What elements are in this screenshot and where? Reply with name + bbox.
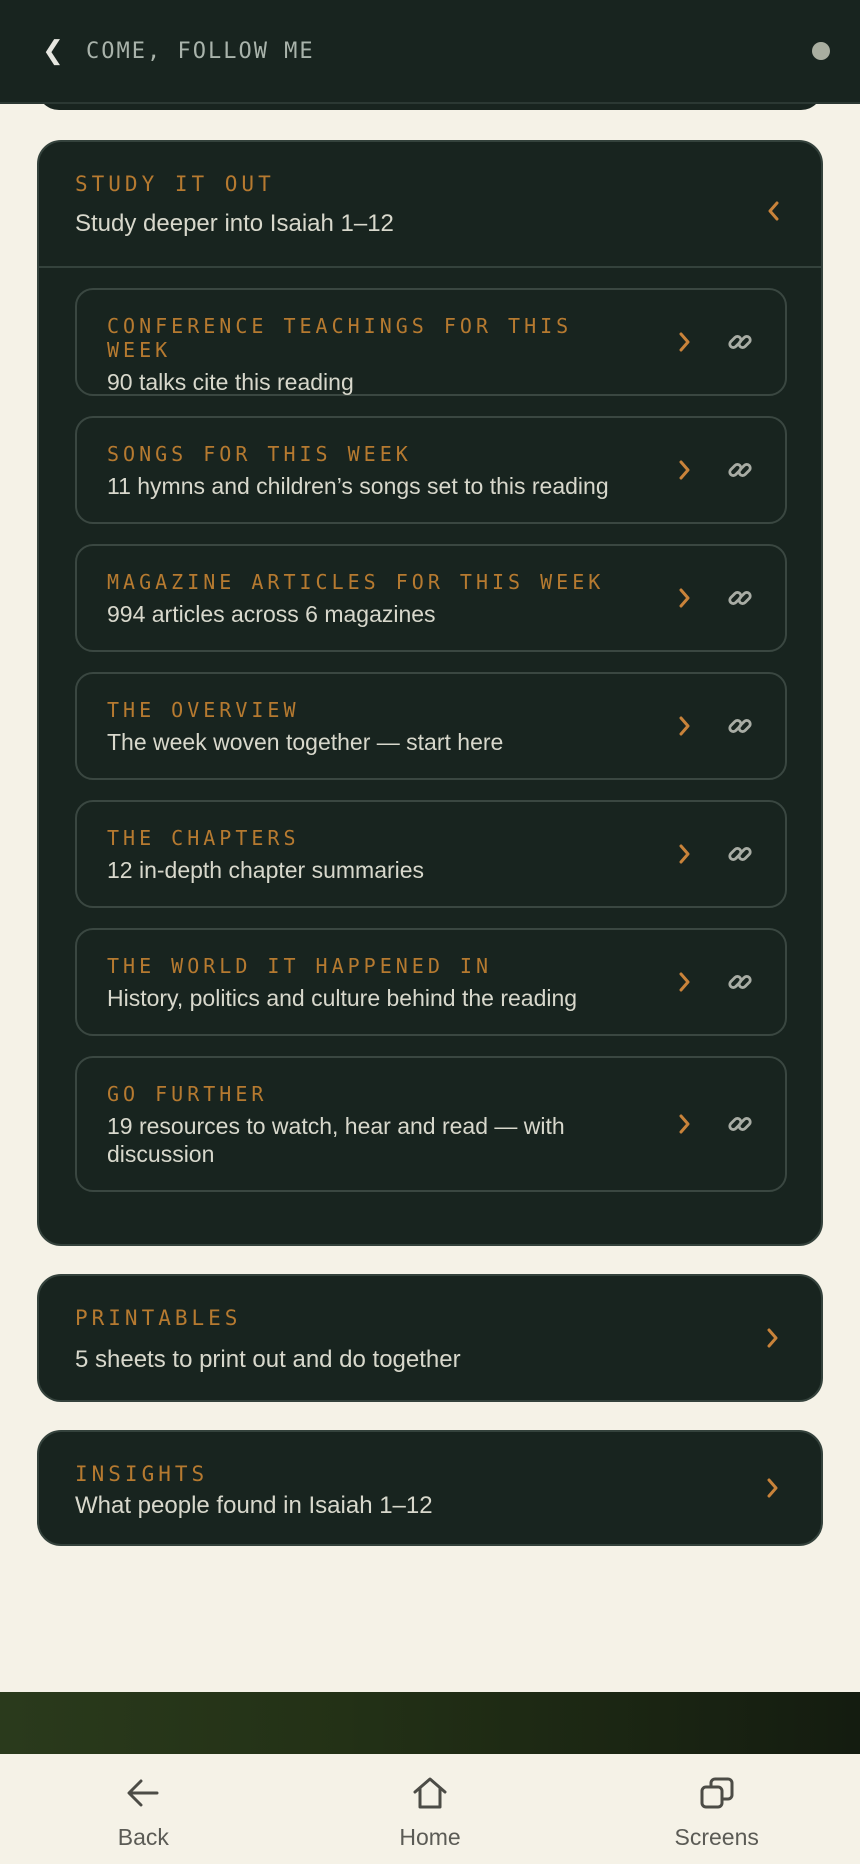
item-kicker: THE OVERVIEW: [107, 698, 300, 722]
section-subtitle: What people found in Isaiah 1–12: [75, 1492, 433, 1519]
item-kicker: CONFERENCE TEACHINGS FOR THIS WEEK: [107, 314, 573, 362]
chevron-left-icon: ❮: [42, 36, 64, 66]
section-subtitle: 5 sheets to print out and do together: [75, 1346, 461, 1373]
item-kicker: THE CHAPTERS: [107, 826, 300, 850]
chevron-right-icon: [675, 1111, 695, 1137]
chevron-right-icon: [675, 457, 695, 483]
nav-home-label: Home: [399, 1824, 461, 1850]
item-kicker: GO FURTHER: [107, 1082, 268, 1106]
item-subtitle: 11 hymns and children’s songs set to thi…: [107, 473, 609, 499]
item-kicker: THE WORLD IT HAPPENED IN: [107, 954, 492, 978]
chevron-left-icon[interactable]: [763, 198, 783, 224]
back-chevron-button[interactable]: ❮: [30, 31, 76, 71]
link-icon[interactable]: [725, 327, 755, 357]
insights-card[interactable]: INSIGHTS What people found in Isaiah 1–1…: [37, 1430, 823, 1546]
study-it-out-section: STUDY IT OUT Study deeper into Isaiah 1–…: [37, 140, 823, 1246]
screens-icon: [698, 1774, 736, 1812]
item-subtitle: 994 articles across 6 magazines: [107, 601, 436, 627]
list-item-go-further[interactable]: GO FURTHER 19 resources to watch, hear a…: [75, 1056, 787, 1192]
chevron-right-icon: [763, 1475, 783, 1501]
item-subtitle: 90 talks cite this reading: [107, 369, 354, 395]
chevron-right-icon: [675, 969, 695, 995]
link-icon[interactable]: [725, 583, 755, 613]
link-icon[interactable]: [725, 711, 755, 741]
link-icon[interactable]: [725, 455, 755, 485]
list-item-magazines[interactable]: MAGAZINE ARTICLES FOR THIS WEEK 994 arti…: [75, 544, 787, 652]
nav-back-button[interactable]: Back: [0, 1754, 287, 1864]
nav-screens-label: Screens: [674, 1824, 759, 1850]
item-kicker: MAGAZINE ARTICLES FOR THIS WEEK: [107, 570, 605, 594]
section-subtitle: Study deeper into Isaiah 1–12: [75, 210, 394, 237]
home-icon: [411, 1774, 449, 1812]
page-title: COME, FOLLOW ME: [86, 38, 315, 64]
list-item-world[interactable]: THE WORLD IT HAPPENED IN History, politi…: [75, 928, 787, 1036]
chevron-right-icon: [675, 713, 695, 739]
app-header: ❮ COME, FOLLOW ME: [0, 0, 860, 104]
list-item-conference[interactable]: CONFERENCE TEACHINGS FOR THIS WEEK 90 ta…: [75, 288, 787, 396]
link-icon[interactable]: [725, 1109, 755, 1139]
footer-image-band: [0, 1692, 860, 1754]
nav-screens-button[interactable]: Screens: [573, 1754, 860, 1864]
list-item-songs[interactable]: SONGS FOR THIS WEEK 11 hymns and childre…: [75, 416, 787, 524]
section-kicker: STUDY IT OUT: [75, 172, 275, 196]
item-subtitle: 19 resources to watch, hear and read — w…: [107, 1113, 565, 1167]
item-subtitle: The week woven together — start here: [107, 729, 504, 755]
status-dot: [812, 42, 830, 60]
list-item-overview[interactable]: THE OVERVIEW The week woven together — s…: [75, 672, 787, 780]
chevron-right-icon: [675, 329, 695, 355]
section-kicker: INSIGHTS: [75, 1462, 209, 1486]
study-it-out-header[interactable]: STUDY IT OUT Study deeper into Isaiah 1–…: [39, 142, 821, 268]
section-kicker: PRINTABLES: [75, 1306, 242, 1330]
item-subtitle: History, politics and culture behind the…: [107, 985, 578, 1011]
bottom-nav: Back Home Screens: [0, 1754, 860, 1864]
link-icon[interactable]: [725, 839, 755, 869]
link-icon[interactable]: [725, 967, 755, 997]
item-kicker: SONGS FOR THIS WEEK: [107, 442, 412, 466]
chevron-right-icon: [763, 1325, 783, 1351]
nav-back-label: Back: [117, 1824, 169, 1850]
chevron-right-icon: [675, 841, 695, 867]
list-item-chapters[interactable]: THE CHAPTERS 12 in-depth chapter summari…: [75, 800, 787, 908]
chevron-right-icon: [675, 585, 695, 611]
printables-card[interactable]: PRINTABLES 5 sheets to print out and do …: [37, 1274, 823, 1402]
arrow-left-icon: [124, 1774, 162, 1812]
nav-home-button[interactable]: Home: [287, 1754, 574, 1864]
item-subtitle: 12 in-depth chapter summaries: [107, 857, 425, 883]
